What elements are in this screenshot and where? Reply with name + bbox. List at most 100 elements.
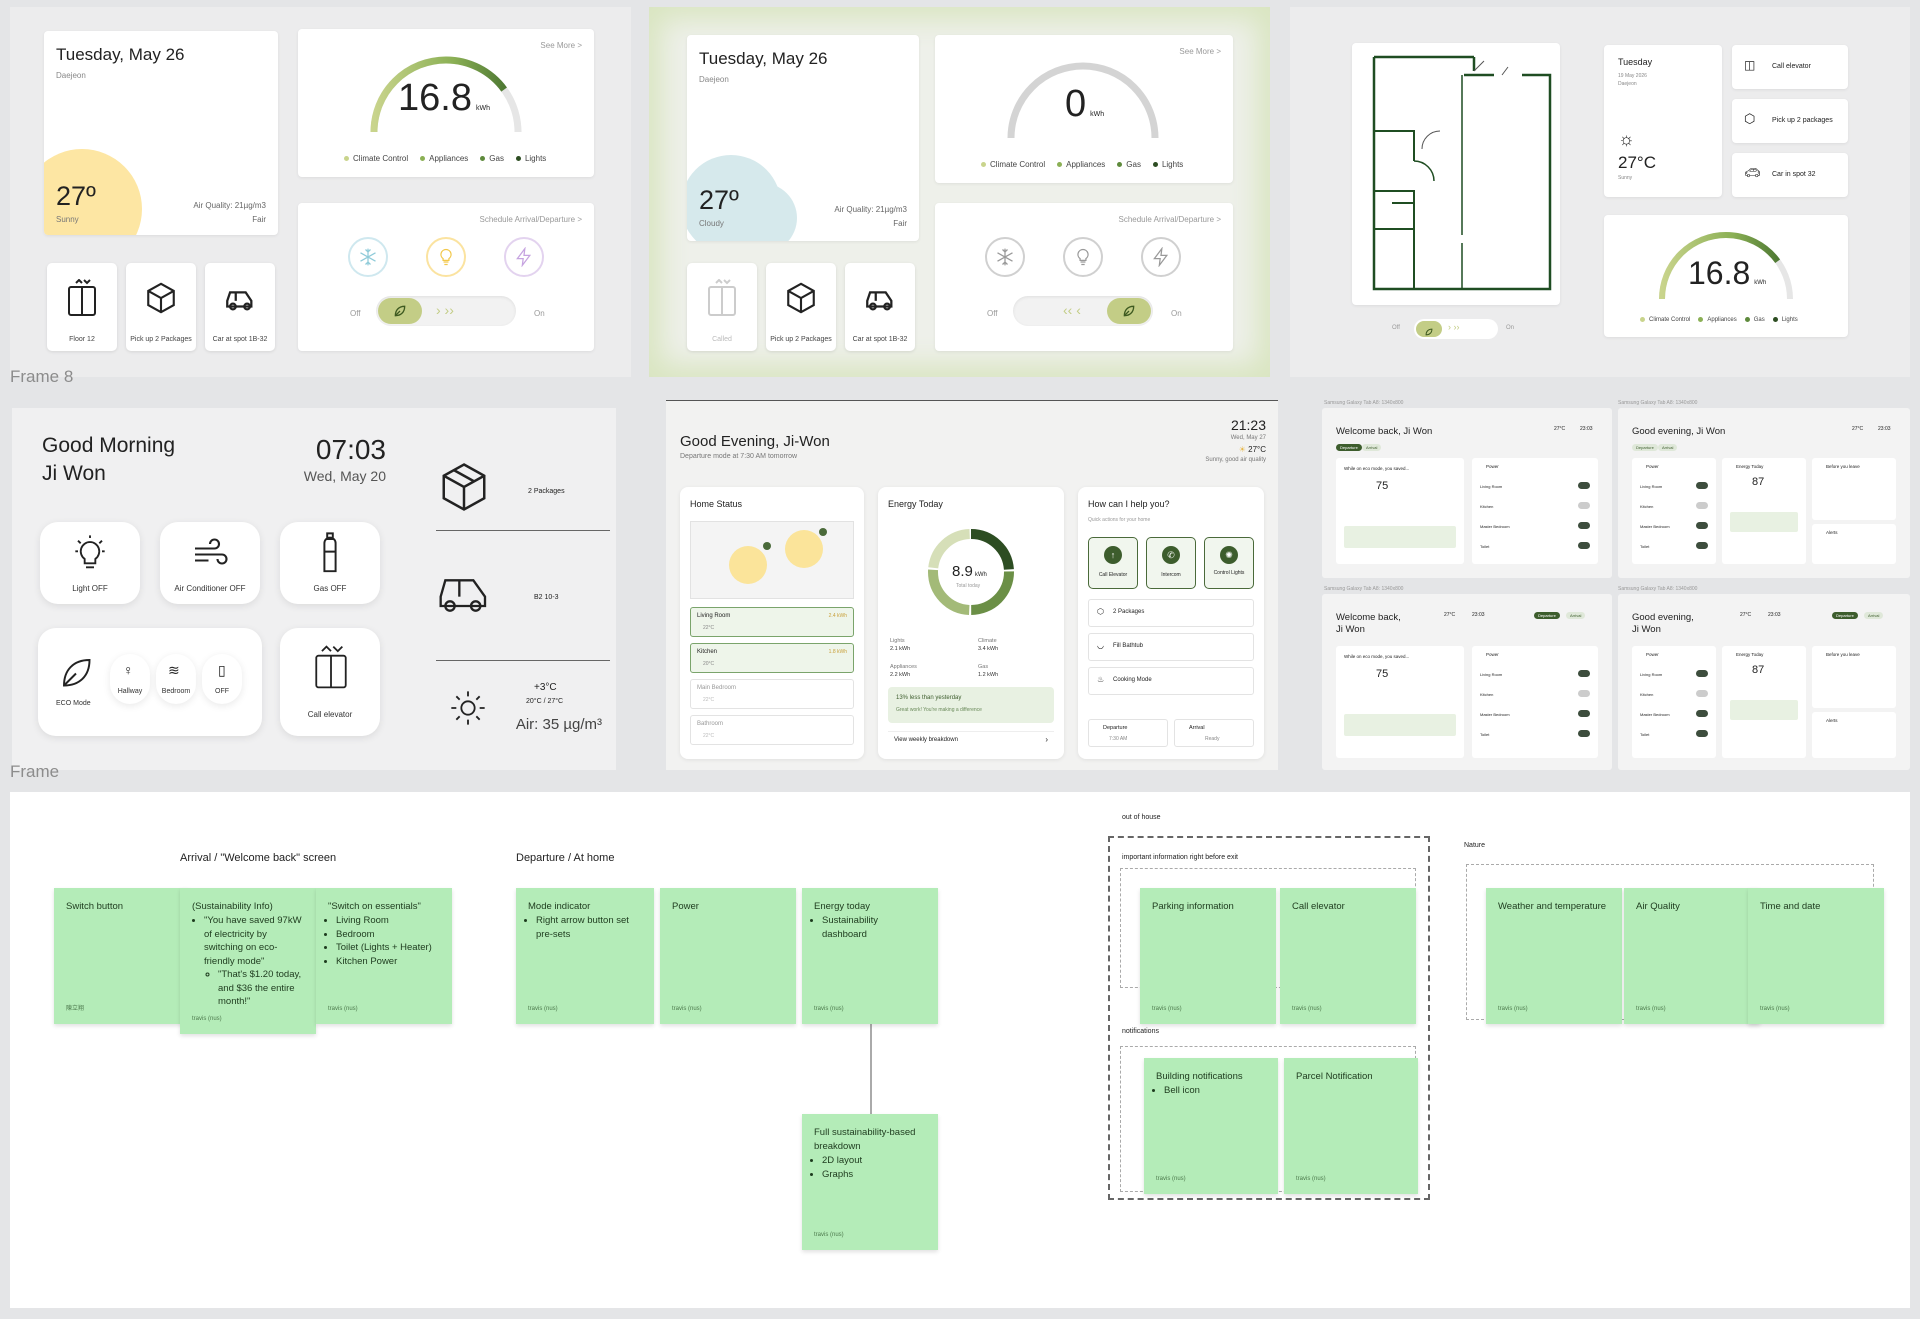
- sticky-sustainability-info[interactable]: (Sustainability Info) "You have saved 97…: [180, 888, 316, 1034]
- room-living[interactable]: Living Room 22°C 2.4 kWh: [690, 607, 854, 637]
- schedule-link[interactable]: Schedule Arrival/Departure >: [480, 215, 583, 224]
- list-cooking[interactable]: ♨ Cooking Mode: [1088, 667, 1254, 695]
- list-bathtub[interactable]: ◡ Fill Bathtub: [1088, 633, 1254, 661]
- toggle[interactable]: [1696, 502, 1708, 509]
- room-kitchen[interactable]: Kitchen 20°C 1.8 kWh: [690, 643, 854, 673]
- toggle[interactable]: [1696, 542, 1708, 549]
- action-call-elevator[interactable]: ◫ Call elevator: [1732, 45, 1848, 89]
- tab-departure[interactable]: Departure: [1534, 612, 1560, 619]
- room-main-bedroom[interactable]: Main Bedroom 22°C: [690, 679, 854, 709]
- arrival-button[interactable]: Arrival Ready: [1174, 719, 1254, 747]
- action-packages[interactable]: ⬡ Pick up 2 packages: [1732, 99, 1848, 143]
- snowflake-icon[interactable]: [348, 237, 388, 277]
- frame-6: Samsung Galaxy Tab A8: 1340x800 Samsung …: [1322, 400, 1910, 770]
- leaf-icon[interactable]: [1416, 321, 1442, 337]
- legend-appliances: Appliances: [1057, 160, 1105, 169]
- tile-car[interactable]: Car at spot 1B-32: [205, 263, 275, 351]
- toggle[interactable]: [1696, 522, 1708, 529]
- tile-packages[interactable]: Pick up 2 Packages: [766, 263, 836, 351]
- lightning-icon[interactable]: [504, 237, 544, 277]
- toggle[interactable]: [1578, 690, 1590, 697]
- tile-packages[interactable]: Pick up 2 Packages: [126, 263, 196, 351]
- tab-arrival[interactable]: Arrival: [1658, 444, 1678, 451]
- eco-room-hallway[interactable]: ♀ Hallway: [110, 654, 150, 704]
- sticky-switch-button[interactable]: Switch button 陳立翔: [54, 888, 190, 1024]
- tab-departure[interactable]: Departure: [1832, 612, 1858, 619]
- lightning-icon[interactable]: [1141, 237, 1181, 277]
- departure-button[interactable]: Departure 7:30 AM: [1088, 719, 1168, 747]
- tab-arrival[interactable]: Arrival: [1566, 612, 1586, 619]
- toggle[interactable]: [1578, 730, 1590, 737]
- tab-departure[interactable]: Departure: [1336, 444, 1362, 451]
- room-bathroom[interactable]: Bathroom 22°C: [690, 715, 854, 745]
- leaf-icon[interactable]: [1107, 298, 1151, 324]
- room: Toilet: [1480, 732, 1490, 737]
- sticky-time-date[interactable]: Time and date travis (nus): [1748, 888, 1884, 1024]
- see-more-link[interactable]: See More >: [1179, 47, 1221, 56]
- tile-elevator[interactable]: Floor 12: [47, 263, 117, 351]
- eco-room-bedroom[interactable]: ≋ Bedroom: [156, 654, 196, 704]
- parking-text: B2 10-3: [534, 594, 559, 601]
- tile-light[interactable]: Light OFF: [40, 522, 140, 604]
- eco-room-gas[interactable]: ▯ OFF: [202, 654, 242, 704]
- legend-appliances: Appliances: [420, 154, 468, 163]
- sticky-building-notifications[interactable]: Building notifications Bell icon travis …: [1144, 1058, 1278, 1194]
- tab-arrival[interactable]: Arrival: [1362, 444, 1382, 451]
- toggle[interactable]: [1696, 670, 1708, 677]
- floor-plan-mini[interactable]: [690, 521, 854, 599]
- mode-slider[interactable]: › ››: [376, 296, 516, 326]
- sticky-energy-today[interactable]: Energy today Sustainabilitydashboard tra…: [802, 888, 938, 1024]
- toggle[interactable]: [1578, 710, 1590, 717]
- sticky-switch-essentials[interactable]: "Switch on essentials" Living Room Bedro…: [316, 888, 452, 1024]
- sticky-mode-indicator[interactable]: Mode indicator Right arrow button setpre…: [516, 888, 654, 1024]
- mode-slider[interactable]: ‹‹ ‹: [1013, 296, 1153, 326]
- leaf-icon[interactable]: [378, 298, 422, 324]
- room: Kitchen: [1640, 504, 1654, 509]
- energy-card[interactable]: 16.8 kWh Climate Control Appliances Gas L…: [1604, 215, 1848, 337]
- toggle[interactable]: [1578, 502, 1590, 509]
- sticky-weather[interactable]: Weather and temperature travis (nus): [1486, 888, 1622, 1024]
- tile-gas[interactable]: Gas OFF: [280, 522, 380, 604]
- toggle[interactable]: [1696, 482, 1708, 489]
- energy-card[interactable]: See More > 16.8 kWh Climate Control Appli…: [298, 29, 594, 177]
- schedule-link[interactable]: Schedule Arrival/Departure >: [1119, 215, 1222, 224]
- sticky-full-breakdown[interactable]: Full sustainability-basedbreakdown 2D la…: [802, 1114, 938, 1250]
- energy-note: [1730, 512, 1798, 532]
- tile-elevator[interactable]: Called: [687, 263, 757, 351]
- weekly-breakdown-link[interactable]: View weekly breakdown ›: [888, 731, 1054, 749]
- toggle[interactable]: [1696, 710, 1708, 717]
- toggle[interactable]: [1578, 522, 1590, 529]
- call-elevator-tile[interactable]: Call elevator: [280, 628, 380, 736]
- quick-intercom[interactable]: ✆ Intercom: [1146, 537, 1196, 589]
- tile-car[interactable]: Car at spot 1B-32: [845, 263, 915, 351]
- action-car[interactable]: 🚗︎ Car in spot 32: [1732, 153, 1848, 197]
- toggle[interactable]: [1578, 670, 1590, 677]
- toggle[interactable]: [1578, 482, 1590, 489]
- sticky-parking-info[interactable]: Parking information travis (nus): [1140, 888, 1276, 1024]
- title-name: Ji Won: [1336, 624, 1365, 635]
- tile-air-conditioner[interactable]: Air Conditioner OFF: [160, 522, 260, 604]
- sticky-parcel-notification[interactable]: Parcel Notification travis (nus): [1284, 1058, 1418, 1194]
- floor-plan[interactable]: [1352, 43, 1560, 305]
- light-dot[interactable]: [763, 542, 771, 550]
- sticky-call-elevator[interactable]: Call elevator travis (nus): [1280, 888, 1416, 1024]
- eco-mode-panel[interactable]: ECO Mode ♀ Hallway ≋ Bedroom ▯ OFF: [38, 628, 262, 736]
- power-label: Power: [1486, 464, 1499, 469]
- quick-call-elevator[interactable]: ↑ Call Elevator: [1088, 537, 1138, 589]
- light-dot[interactable]: [819, 528, 827, 536]
- mode-slider[interactable]: › ››: [1414, 319, 1498, 339]
- toggle[interactable]: [1578, 542, 1590, 549]
- toggle[interactable]: [1696, 690, 1708, 697]
- tab-departure[interactable]: Departure: [1632, 444, 1658, 451]
- toggle[interactable]: [1696, 730, 1708, 737]
- bulb-icon[interactable]: [1063, 237, 1103, 277]
- bulb-icon[interactable]: [426, 237, 466, 277]
- list-packages[interactable]: ⬡ 2 Packages: [1088, 599, 1254, 627]
- see-more-link[interactable]: See More >: [540, 41, 582, 50]
- snowflake-icon[interactable]: [985, 237, 1025, 277]
- tab-arrival[interactable]: Arrival: [1864, 612, 1884, 619]
- quick-control-lights[interactable]: ✺ Control Lights: [1204, 537, 1254, 589]
- sticky-power[interactable]: Power travis (nus): [660, 888, 796, 1024]
- sticky-air-quality[interactable]: Air Quality travis (nus): [1624, 888, 1760, 1024]
- energy-card[interactable]: See More > 0 kWh Climate Control Applianc…: [935, 35, 1233, 183]
